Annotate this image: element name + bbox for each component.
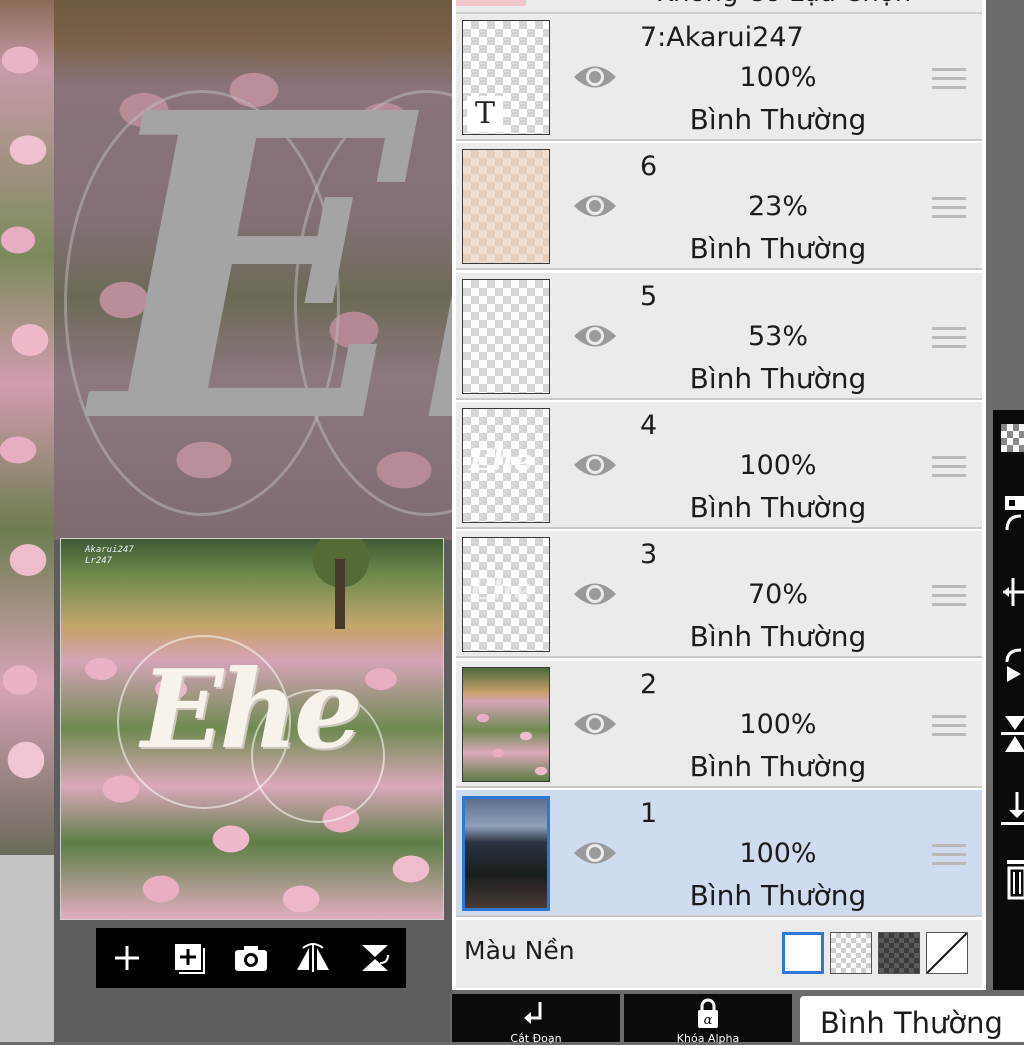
drag-handle-icon[interactable] [932, 585, 966, 607]
preview-title-text: Ehe [141, 647, 363, 773]
flip-icon[interactable] [291, 936, 335, 980]
trash-icon[interactable] [1001, 858, 1024, 900]
layer-blend-mode: Bình Thường [689, 750, 867, 783]
layer-opacity: 100% [739, 62, 817, 93]
swatch-transparent[interactable] [830, 932, 872, 974]
layer-blend-mode: Bình Thường [689, 362, 867, 395]
drag-handle-icon[interactable] [932, 844, 966, 866]
canvas-left-edge [0, 0, 54, 855]
drag-handle-icon[interactable] [932, 456, 966, 478]
preview-watermark: Akarui247 Lr247 [85, 545, 134, 567]
visibility-eye-icon[interactable] [572, 189, 618, 223]
layer-name: 2 [640, 669, 658, 700]
layer-row[interactable]: 2 100% Bình Thường [456, 661, 982, 788]
transform-icon[interactable] [1001, 494, 1024, 531]
merge-icon[interactable] [1001, 714, 1024, 752]
layer-thumbnail[interactable]: T [462, 20, 550, 135]
layer-name: 1 [640, 798, 658, 829]
canvas-preview[interactable]: Akarui247 Lr247 Ehe [60, 538, 444, 920]
layer-thumbnail[interactable] [462, 149, 550, 264]
layer-thumbnail[interactable] [462, 279, 550, 394]
background-label: Màu Nền [464, 936, 575, 965]
text-layer-glyph: T [467, 96, 503, 132]
visibility-eye-icon[interactable] [572, 448, 618, 482]
layer-opacity: 100% [739, 709, 817, 740]
layer-opacity: 23% [747, 191, 808, 222]
layer-opacity: 53% [747, 321, 808, 352]
thumb-text-preview: Ehe [469, 572, 533, 607]
visibility-eye-icon[interactable] [572, 707, 618, 741]
move-icon[interactable] [1001, 576, 1024, 606]
lock-alpha-icon: α [698, 998, 718, 1028]
merge-down-icon[interactable] [353, 936, 397, 980]
right-tool-strip [993, 410, 1024, 990]
rotate-icon[interactable] [1001, 646, 1024, 682]
blend-mode-select[interactable]: Bình Thường [800, 996, 1024, 1042]
layer-row[interactable]: 5 53% Bình Thường [456, 273, 982, 400]
visibility-eye-icon[interactable] [572, 60, 618, 94]
layer-thumbnail[interactable]: Ehe [462, 537, 550, 652]
alpha-lock-button[interactable]: α Khóa Alpha [624, 994, 792, 1045]
layer-blend-mode: Bình Thường [689, 103, 867, 136]
canvas-toolbar [96, 928, 406, 988]
layer-opacity: 70% [747, 579, 808, 610]
layer-name: 5 [640, 281, 658, 312]
layer-name: 6 [640, 151, 658, 182]
watermark-line: Akarui247 [85, 545, 134, 555]
layer-opacity: 100% [739, 450, 817, 481]
layer-row[interactable]: Ehe 3 70% Bình Thường [456, 531, 982, 658]
drag-handle-icon[interactable] [932, 68, 966, 90]
layer-name: 7:Akarui247 [640, 22, 804, 53]
layer-row[interactable]: T 7:Akarui247 100% Bình Thường [456, 14, 982, 141]
thumb-text-preview: Ehe [469, 443, 533, 478]
layer-blend-mode: Bình Thường [689, 232, 867, 265]
clipping-arrow-icon [524, 1002, 542, 1024]
canvas-margin [0, 855, 54, 1042]
alpha-lock-label: Khóa Alpha [676, 1032, 740, 1045]
camera-icon[interactable] [229, 936, 273, 980]
selection-info-partial: Không Có Lựa Chọn [456, 0, 982, 14]
layer-row[interactable]: 1 100% Bình Thường [456, 790, 982, 917]
no-color-slash-icon [927, 933, 967, 973]
drag-handle-icon[interactable] [932, 197, 966, 219]
layer-thumbnail[interactable]: Ehe [462, 408, 550, 523]
layer-row[interactable]: 6 23% Bình Thường [456, 143, 982, 270]
thumb-partial [456, 0, 526, 6]
swatch-white[interactable] [782, 932, 824, 974]
layer-blend-mode: Bình Thường [689, 879, 867, 912]
layer-thumbnail[interactable] [462, 796, 550, 911]
drag-handle-icon[interactable] [932, 327, 966, 349]
background-color-row: Màu Nền [456, 920, 982, 988]
layer-name: 3 [640, 539, 658, 570]
svg-text:α: α [704, 1013, 713, 1028]
visibility-eye-icon[interactable] [572, 836, 618, 870]
visibility-eye-icon[interactable] [572, 577, 618, 611]
layer-blend-mode: Bình Thường [689, 620, 867, 653]
add-layer-icon[interactable] [167, 936, 211, 980]
move-down-icon[interactable] [1001, 790, 1024, 825]
canvas-zoomed-view[interactable]: Eh [54, 0, 452, 540]
watermark-line: Lr247 [85, 556, 113, 566]
layer-blend-mode: Bình Thường [689, 491, 867, 524]
plus-icon[interactable] [105, 936, 149, 980]
swatch-none[interactable] [926, 932, 968, 974]
zoomed-letters: Eh [94, 23, 452, 516]
drag-handle-icon[interactable] [932, 715, 966, 737]
selection-status-text: Không Có Lựa Chọn [656, 0, 911, 8]
layer-row[interactable]: Ehe 4 100% Bình Thường [456, 402, 982, 529]
clipping-label: Cắt Đoạn [510, 1032, 562, 1045]
layer-thumbnail[interactable] [462, 667, 550, 782]
preview-tree-trunk [335, 559, 345, 629]
swatch-dark-checker[interactable] [878, 932, 920, 974]
clipping-button[interactable]: Cắt Đoạn [452, 994, 620, 1045]
layer-opacity: 100% [739, 838, 817, 869]
visibility-eye-icon[interactable] [572, 319, 618, 353]
layer-name: 4 [640, 410, 658, 441]
checker-icon[interactable] [1001, 424, 1024, 454]
